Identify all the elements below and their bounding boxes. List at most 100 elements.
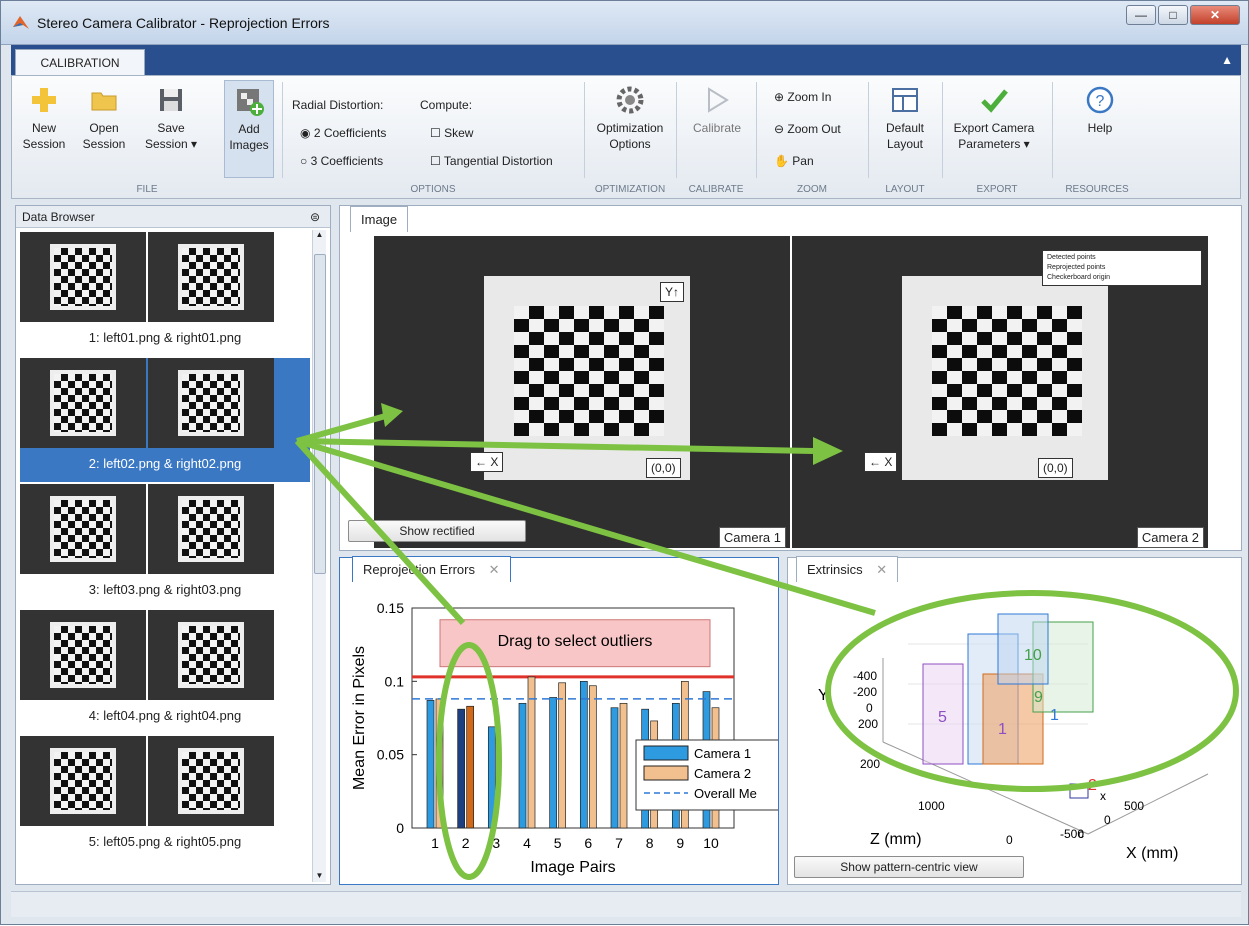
x-tick-label: 4 <box>523 835 531 851</box>
checkerboard-pattern <box>50 622 116 688</box>
thumbnail-label: 5: left05.png & right05.png <box>88 834 242 849</box>
bar-camera-1[interactable] <box>457 708 466 829</box>
bar-camera-1[interactable] <box>518 702 527 829</box>
file-group-label: FILE <box>136 184 158 195</box>
scrollbar-thumb[interactable] <box>314 254 326 574</box>
checkerboard-pattern <box>178 748 244 814</box>
scroll-down-icon[interactable]: ▼ <box>313 871 326 880</box>
help-button[interactable]: ? Help <box>1060 84 1140 136</box>
thumbnail-item[interactable]: 5: left05.png & right05.png <box>20 736 310 860</box>
app-window: Stereo Camera Calibrator - Reprojection … <box>0 0 1249 925</box>
collapse-ribbon-icon[interactable]: ▲ <box>1221 53 1233 67</box>
add-images-label-1: Add <box>238 122 260 136</box>
reprojection-bar-chart[interactable]: Drag to select outliers 1 2 3 4 5 6 7 8 9 10 0 0.05 0… <box>340 584 778 884</box>
add-images-button[interactable]: Add Images <box>224 80 274 178</box>
new-session-button[interactable]: New Session <box>20 84 68 152</box>
close-button[interactable]: ✕ <box>1190 5 1240 25</box>
window-title: Stereo Camera Calibrator - Reprojection … <box>37 15 330 31</box>
radio-2-coefficients[interactable]: ◉ 2 Coefficients <box>300 126 386 140</box>
left-thumbnail-image <box>20 358 146 448</box>
x-tick-label: 1 <box>431 835 439 851</box>
ribbon-separator <box>942 82 943 178</box>
right-thumbnail-image <box>148 358 274 448</box>
x-tick: -500 <box>1060 827 1084 841</box>
export-camera-parameters-button[interactable]: Export Camera Parameters ▾ <box>944 84 1044 152</box>
plane-label: 5 <box>938 709 947 726</box>
pan-button[interactable]: ✋ Pan <box>774 154 814 168</box>
open-session-button[interactable]: Open Session <box>80 84 128 152</box>
camera1-image[interactable]: Y↑ ← X (0,0) Camera 1 <box>374 236 790 548</box>
default-layout-label-1: Default <box>885 121 925 135</box>
camera-x-axis-label: x <box>1100 789 1106 803</box>
show-rectified-button[interactable]: Show rectified <box>348 520 526 542</box>
bar-camera-2[interactable] <box>619 702 628 829</box>
layout-group-label: LAYOUT <box>885 184 925 195</box>
radio-selected-icon: ◉ <box>300 126 311 140</box>
bar-camera-1[interactable] <box>549 697 558 829</box>
plane-label: 2 <box>1088 777 1097 794</box>
z-axis-label: Z (mm) <box>870 831 922 848</box>
checkerboard-pattern <box>50 244 116 310</box>
y-axis-label: Mean Error in Pixels <box>351 646 368 790</box>
bar-camera-1[interactable] <box>610 707 619 829</box>
extrinsics-3d-plot[interactable]: 10 9 1 5 1 2 x c -400 -200 0 200 Y 200 1… <box>788 584 1241 880</box>
tab-extrinsics[interactable]: Extrinsics ✕ <box>796 556 899 582</box>
data-browser-header: Data Browser ⊜ <box>16 206 330 228</box>
thumbnail-item[interactable]: 1: left01.png & right01.png <box>20 232 310 356</box>
y-tick: 0 <box>866 701 873 715</box>
data-browser-panel: Data Browser ⊜ 1: left01.png & right01.p… <box>15 205 331 885</box>
ribbon-separator <box>868 82 869 178</box>
show-pattern-centric-button[interactable]: Show pattern-centric view <box>794 856 1024 878</box>
browser-scrollbar[interactable]: ▲ ▼ <box>312 230 326 882</box>
bar-camera-1[interactable] <box>487 726 496 829</box>
zoom-in-button[interactable]: ⊕ Zoom In <box>774 90 831 104</box>
scroll-up-icon[interactable]: ▲ <box>313 230 326 239</box>
save-session-label-2: Session ▾ <box>144 137 198 151</box>
default-layout-button[interactable]: Default Layout <box>874 84 936 152</box>
close-tab-icon[interactable]: ✕ <box>876 562 887 577</box>
legend-camera1-label: Camera 1 <box>694 746 751 761</box>
maximize-button[interactable]: □ <box>1158 5 1188 25</box>
x-tick-label: 8 <box>646 835 654 851</box>
camera2-image[interactable]: Detected points Reprojected points Check… <box>792 236 1208 548</box>
save-session-button[interactable]: Save Session ▾ <box>140 84 202 152</box>
bar-camera-2[interactable] <box>435 698 444 829</box>
tab-image[interactable]: Image <box>350 206 409 232</box>
zoom-out-label: Zoom Out <box>787 122 841 136</box>
reprojection-errors-panel: Reprojection Errors ✕ Drag to select out… <box>339 556 779 885</box>
legend-origin: Checkerboard origin <box>1047 274 1111 281</box>
legend-detected: Detected points <box>1047 254 1096 261</box>
calibrate-button[interactable]: Calibrate <box>682 84 752 136</box>
camera2-label: Camera 2 <box>1136 527 1204 548</box>
thumbnail-item[interactable]: 2: left02.png & right02.png <box>20 358 310 482</box>
thumbnail-item[interactable]: 3: left03.png & right03.png <box>20 484 310 608</box>
bar-camera-2[interactable] <box>588 685 597 829</box>
open-session-label-1: Open <box>89 121 119 135</box>
z-tick: 0 <box>1006 833 1013 847</box>
y-tick-label: 0.15 <box>377 600 404 616</box>
bar-camera-1[interactable] <box>426 700 435 829</box>
x-tick-label: 9 <box>676 835 684 851</box>
bar-camera-1[interactable] <box>579 680 588 829</box>
minimize-button[interactable]: — <box>1126 5 1156 25</box>
options-group-label: OPTIONS <box>410 184 456 195</box>
tab-reprojection-errors[interactable]: Reprojection Errors ✕ <box>352 556 511 582</box>
plane-label: 10 <box>1024 647 1042 664</box>
close-tab-icon[interactable]: ✕ <box>489 562 500 577</box>
checkbox-tangential[interactable]: ☐ Tangential Distortion <box>430 154 553 168</box>
tab-calibration[interactable]: CALIBRATION <box>15 49 145 75</box>
zoom-out-button[interactable]: ⊖ Zoom Out <box>774 122 841 136</box>
status-bar <box>11 891 1241 917</box>
calibrate-label: Calibrate <box>692 121 742 135</box>
reprojection-tab-label: Reprojection Errors <box>363 562 475 577</box>
checkerboard-pattern <box>514 306 664 436</box>
radio-3-coefficients[interactable]: ○ 3 Coefficients <box>300 154 383 168</box>
bar-camera-2[interactable] <box>466 705 475 829</box>
browser-menu-icon[interactable]: ⊜ <box>310 206 320 228</box>
checkbox-skew[interactable]: ☐ Skew <box>430 126 473 140</box>
y-tick-label: 0 <box>396 820 404 836</box>
optimization-options-button[interactable]: Optimization Options <box>590 84 670 152</box>
thumbnail-item[interactable]: 4: left04.png & right04.png <box>20 610 310 734</box>
bar-camera-2[interactable] <box>558 682 567 829</box>
ribbon-separator <box>584 82 585 178</box>
